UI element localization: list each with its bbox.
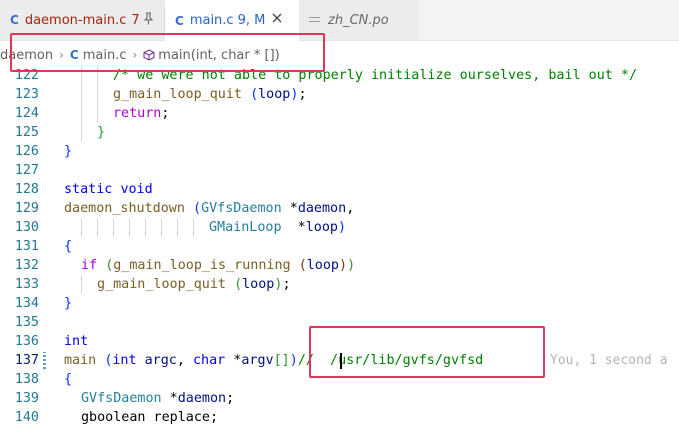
code-line: 125 } — [0, 123, 679, 142]
line-number: 133 — [14, 277, 39, 292]
line-number: 130 — [14, 220, 39, 235]
line-number: 139 — [14, 391, 39, 406]
code-line: 131 { — [0, 237, 679, 256]
code-line: 124 return; — [0, 104, 679, 123]
code-line: 127 — [0, 161, 679, 180]
type: GMainLoop — [209, 220, 282, 235]
git-modified-indicator[interactable] — [43, 352, 46, 369]
tab-label: daemon-main.c — [24, 12, 127, 28]
line-number: 131 — [14, 239, 39, 254]
function-call: g_main_loop_quit — [113, 87, 242, 102]
function-call: g_main_loop_quit — [97, 277, 226, 292]
code-line: 126 } — [0, 142, 679, 161]
close-icon[interactable] — [271, 10, 283, 28]
code-line: 139 GVfsDaemon *daemon; — [0, 389, 679, 408]
keyword: if — [81, 258, 98, 273]
identifier: loop — [306, 258, 339, 273]
problem-count-badge: 9, M — [237, 13, 266, 28]
code-line: 134 } — [0, 294, 679, 313]
code-line: 132 if (g_main_loop_is_running (loop)) — [0, 256, 679, 275]
identifier: loop — [258, 87, 291, 102]
code-line: 133 g_main_loop_quit (loop); — [0, 275, 679, 294]
line-number: 123 — [14, 87, 39, 102]
line-number: 124 — [14, 106, 39, 121]
keyword: int — [112, 353, 137, 368]
line-number: 135 — [14, 315, 39, 330]
type: GVfsDaemon — [201, 201, 282, 216]
parameter: loop — [305, 220, 338, 235]
line-number: 132 — [14, 258, 39, 273]
identifier: daemon — [177, 391, 227, 406]
code-text: gboolean replace; — [81, 410, 219, 425]
line-number: 136 — [14, 334, 39, 349]
code-line: 140 gboolean replace; — [0, 408, 679, 427]
git-blame-annotation: You, 1 second a — [550, 353, 668, 368]
keyword: char — [193, 353, 226, 368]
tab-label: main.c — [189, 13, 234, 28]
keyword: void — [120, 182, 153, 197]
tab-label: zh_CN.po — [328, 12, 389, 28]
line-number: 140 — [14, 410, 39, 425]
function-call: g_main_loop_is_running — [113, 258, 291, 273]
function-name: daemon_shutdown — [64, 201, 185, 216]
code-line: 129 daemon_shutdown (GVfsDaemon *daemon, — [0, 199, 679, 218]
code-line: 123 g_main_loop_quit (loop); — [0, 85, 679, 104]
line-number: 128 — [14, 182, 39, 197]
po-file-icon — [309, 14, 320, 26]
c-file-icon: C — [175, 13, 184, 28]
identifier: loop — [242, 277, 275, 292]
line-number: 127 — [14, 163, 39, 178]
parameter: argc — [144, 353, 177, 368]
code-line: 130 GMainLoop *loop) — [0, 218, 679, 237]
line-number: 129 — [14, 201, 39, 216]
highlight-box-comment — [309, 326, 545, 378]
type: GVfsDaemon — [81, 391, 162, 406]
line-number: 137 — [14, 353, 39, 368]
highlight-box-breadcrumb — [10, 33, 325, 72]
code-line: 128 static void — [0, 180, 679, 199]
parameter: argv — [241, 353, 274, 368]
keyword: int — [64, 334, 89, 349]
parameter: daemon — [297, 201, 347, 216]
pin-icon[interactable] — [143, 12, 154, 28]
problem-count-badge: 7 — [131, 12, 140, 28]
line-number: 138 — [14, 372, 39, 387]
line-number: 126 — [14, 144, 39, 159]
function-name: main — [64, 353, 97, 368]
c-file-icon: C — [10, 13, 19, 27]
keyword: return — [113, 106, 162, 121]
keyword: static — [64, 182, 113, 197]
line-number: 125 — [14, 125, 39, 140]
line-number: 134 — [14, 296, 39, 311]
